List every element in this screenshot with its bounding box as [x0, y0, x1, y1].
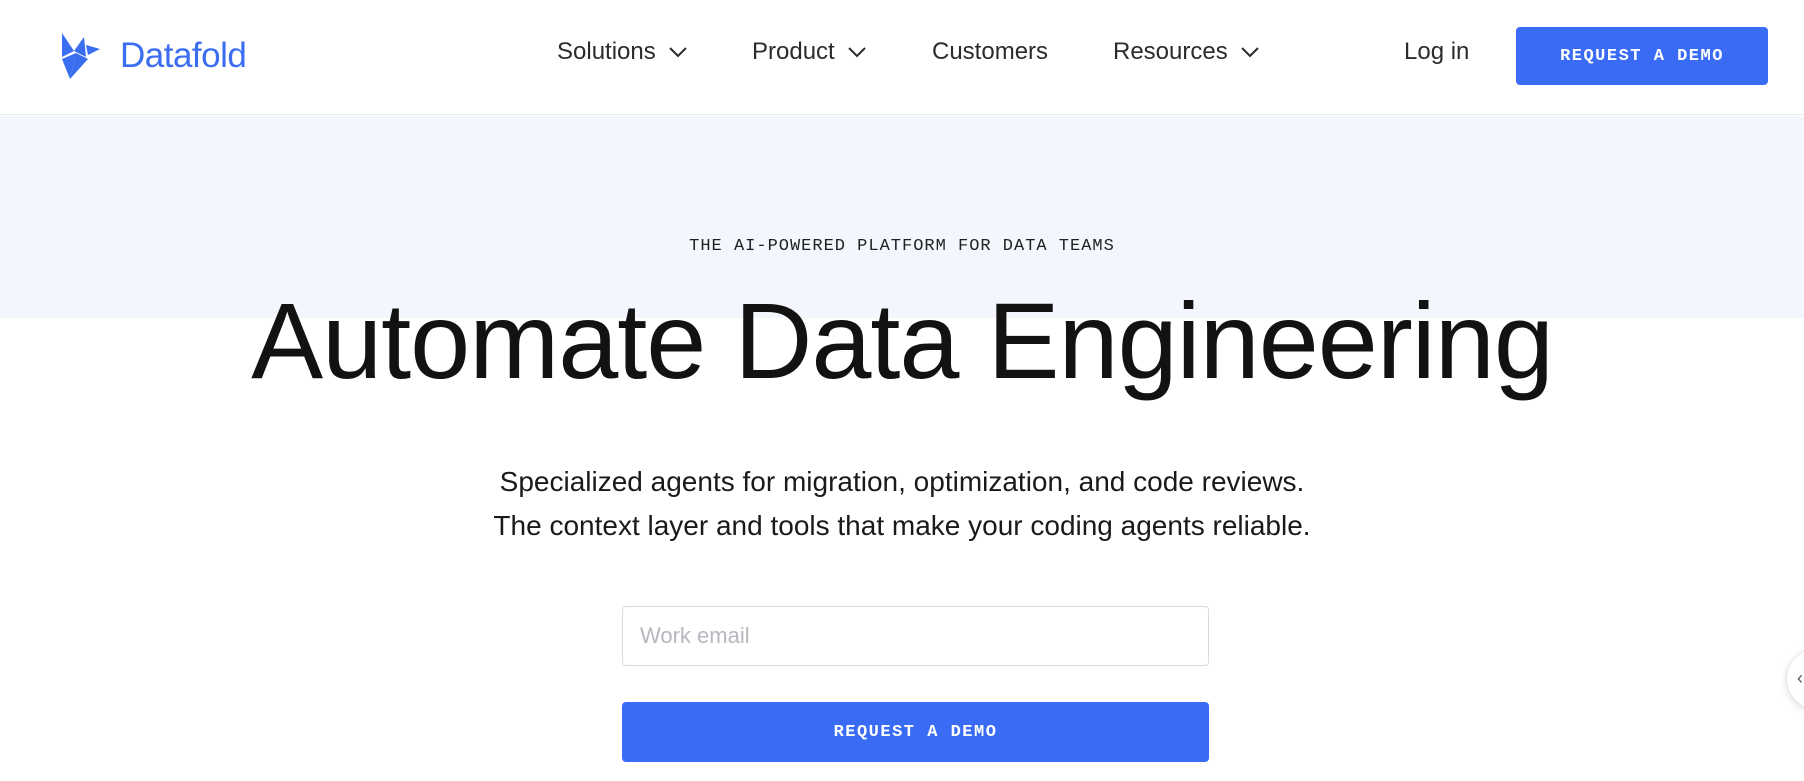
brand-name: Datafold [120, 36, 247, 75]
nav-label: Customers [932, 38, 1049, 65]
datafold-logo[interactable]: Datafold [60, 31, 247, 81]
login-link[interactable]: Log in [1404, 38, 1469, 66]
datafold-origami-bird-icon [62, 33, 100, 79]
work-email-input[interactable] [622, 606, 1209, 666]
hero-subtitle-line: Specialized agents for migration, optimi… [499, 466, 1305, 497]
nav-label: Solutions [557, 38, 656, 65]
chevron-down-icon [848, 47, 866, 58]
chat-widget-icon: ‹ [1797, 668, 1803, 688]
hero-subtitle: Specialized agents for migration, optimi… [0, 460, 1804, 548]
page-title: Automate Data Engineering [251, 280, 1554, 401]
hero-subtitle-line: The context layer and tools that make yo… [493, 510, 1311, 541]
nav-label: Product [752, 38, 835, 65]
hero-request-demo-button[interactable]: REQUEST A DEMO [622, 702, 1209, 762]
nav-item-resources[interactable]: Resources [1113, 38, 1260, 66]
chevron-down-icon [1241, 47, 1259, 58]
nav-item-customers[interactable]: Customers [932, 38, 1048, 66]
request-demo-button[interactable]: REQUEST A DEMO [1516, 27, 1768, 85]
chevron-down-icon [669, 47, 687, 58]
chat-widget-button[interactable]: ‹ [1786, 648, 1804, 710]
nav-item-solutions[interactable]: Solutions [557, 38, 688, 66]
hero-eyebrow: THE AI-POWERED PLATFORM FOR DATA TEAMS [689, 237, 1115, 256]
site-header: Datafold Solutions Product Customers Res… [0, 0, 1804, 115]
nav-item-product[interactable]: Product [752, 38, 867, 66]
nav-label: Resources [1113, 38, 1228, 65]
